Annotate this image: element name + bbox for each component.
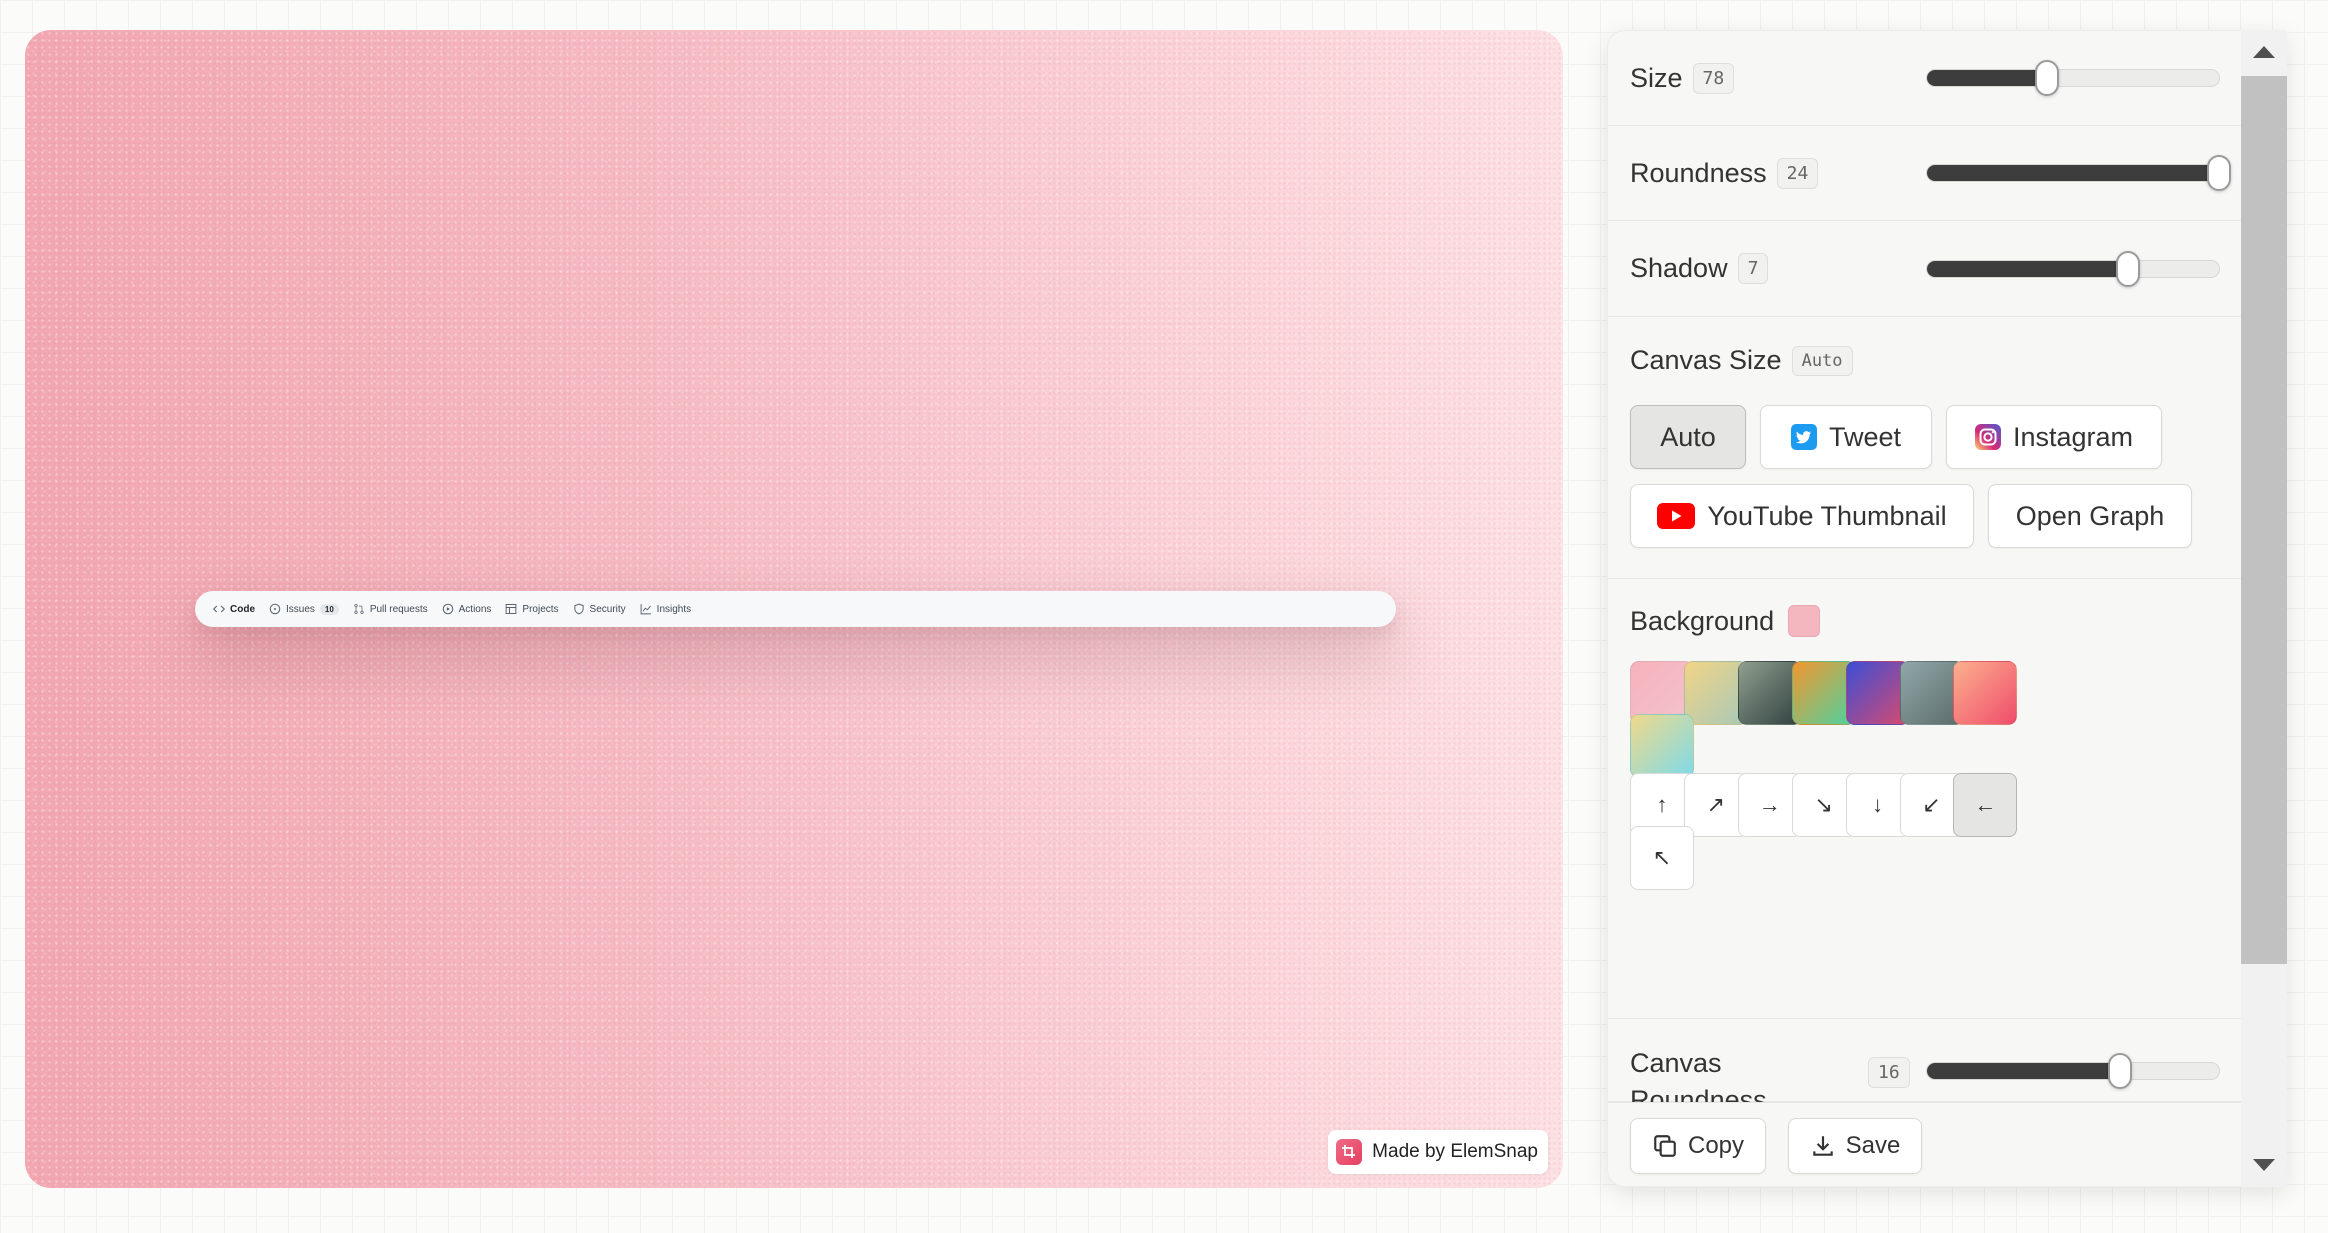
elemsnap-logo-icon (1336, 1139, 1363, 1165)
nav-item-label: Security (589, 603, 626, 615)
slider-thumb[interactable] (2207, 155, 2231, 191)
canvas-size-tweet-button[interactable]: Tweet (1760, 405, 1932, 469)
instagram-icon (1974, 424, 2001, 450)
canvas-size-label: Canvas Size (1630, 345, 1782, 375)
gradient-swatch[interactable] (1630, 714, 1694, 778)
nav-item-insights: Insights (640, 603, 691, 615)
nav-item-label: Actions (458, 603, 492, 615)
button-label: Instagram (2012, 421, 2134, 452)
canvas-size-section: Canvas Size Auto Auto Tweet Instagram Yo… (1608, 317, 2242, 579)
save-button[interactable]: Save (1788, 1118, 1922, 1174)
canvas-size-auto-button[interactable]: Auto (1630, 405, 1746, 469)
nav-item-label: Projects (522, 603, 559, 615)
nav-item-label: Pull requests (369, 603, 428, 615)
size-control: Size 78 (1608, 31, 2242, 126)
panel-scrollbar[interactable] (2241, 30, 2287, 1187)
canvas-size-instagram-button[interactable]: Instagram (1946, 405, 2162, 469)
slider-thumb[interactable] (2107, 1053, 2132, 1089)
background-header: Background (1630, 605, 1821, 637)
copy-button[interactable]: Copy (1630, 1118, 1766, 1174)
roundness-label: Roundness (1630, 157, 1767, 188)
canvas-preview: Code Issues 10 Pull requests Actions Pro… (25, 30, 1563, 1188)
canvas-roundness-slider[interactable] (1926, 1053, 2220, 1089)
scrollbar-thumb[interactable] (2241, 76, 2287, 964)
background-color-preview[interactable] (1788, 605, 1821, 637)
download-icon (1812, 1136, 1833, 1156)
roundness-control: Roundness 24 (1608, 126, 2242, 221)
canvas-size-header: Canvas Size Auto (1630, 345, 1853, 376)
youtube-icon (1657, 503, 1696, 529)
canvas-size-open-graph-button[interactable]: Open Graph (1988, 484, 2192, 548)
shadow-control: Shadow 7 (1608, 221, 2242, 317)
save-label: Save (1845, 1132, 1901, 1159)
shadow-slider[interactable] (1926, 250, 2220, 287)
nav-item-label: Insights (656, 603, 692, 615)
slider-fill (1927, 70, 2047, 86)
nav-item-label: Code (230, 603, 255, 615)
size-slider[interactable] (1926, 60, 2220, 96)
canvas-roundness-control: Canvas Roundness 16 (1608, 1019, 2242, 1115)
nav-item-issues: Issues 10 (269, 603, 339, 615)
captured-repo-nav: Code Issues 10 Pull requests Actions Pro… (195, 591, 1396, 627)
watermark-label: Made by ElemSnap (1372, 1141, 1538, 1162)
copy-label: Copy (1687, 1132, 1745, 1159)
panel-footer: Copy Save (1608, 1102, 2242, 1186)
gradient-direction-button[interactable]: ↖ (1630, 826, 1694, 890)
code-icon (213, 605, 225, 613)
nav-item-projects: Projects (505, 603, 559, 615)
roundness-slider[interactable] (1926, 155, 2231, 191)
nav-item-actions: Actions (442, 603, 492, 615)
play-icon (442, 603, 453, 615)
shadow-label: Shadow (1630, 253, 1728, 283)
pull-request-icon (354, 604, 364, 614)
nav-item-security: Security (573, 603, 626, 615)
button-label: YouTube Thumbnail (1707, 500, 1947, 531)
slider-thumb[interactable] (2116, 250, 2141, 287)
roundness-value-badge: 24 (1776, 157, 1819, 189)
canvas-size-value-badge: Auto (1791, 345, 1853, 376)
nav-item-pull-requests: Pull requests (353, 603, 428, 615)
size-label: Size (1630, 62, 1683, 93)
background-label: Background (1630, 605, 1775, 636)
nav-item-code: Code (213, 603, 255, 615)
made-by-watermark[interactable]: Made by ElemSnap (1328, 1130, 1548, 1174)
slider-fill (1927, 165, 2219, 181)
shield-icon (573, 603, 584, 615)
slider-fill (1927, 260, 2129, 277)
graph-icon (640, 604, 651, 615)
canvas-roundness-value-badge: 16 (1868, 1057, 1910, 1088)
slider-thumb[interactable] (2034, 60, 2059, 96)
settings-panel: Size 78 Roundness 24 Shadow 7 Canvas Siz… (1607, 30, 2287, 1187)
button-label: Tweet (1828, 421, 1902, 452)
table-icon (506, 604, 517, 614)
nav-item-label: Issues (286, 603, 315, 615)
gradient-direction-button[interactable]: ← (1953, 773, 2018, 837)
scroll-up-arrow-icon[interactable] (2253, 46, 2275, 58)
issues-count-badge: 10 (319, 603, 339, 615)
size-value-badge: 78 (1692, 62, 1735, 94)
scroll-down-arrow-icon[interactable] (2253, 1159, 2275, 1171)
button-label: Open Graph (2015, 500, 2165, 531)
button-label: Auto (1660, 421, 1716, 452)
slider-fill (1927, 1063, 2120, 1079)
copy-icon (1654, 1135, 1676, 1157)
issue-icon (269, 603, 281, 615)
background-section: Background ↑ ↗ → ↘ ↓ ↙ ← ↖ (1608, 579, 2242, 1019)
gradient-swatch[interactable] (1953, 661, 2018, 725)
canvas-size-youtube-button[interactable]: YouTube Thumbnail (1630, 484, 1974, 548)
twitter-icon (1790, 424, 1817, 450)
shadow-value-badge: 7 (1737, 253, 1769, 284)
